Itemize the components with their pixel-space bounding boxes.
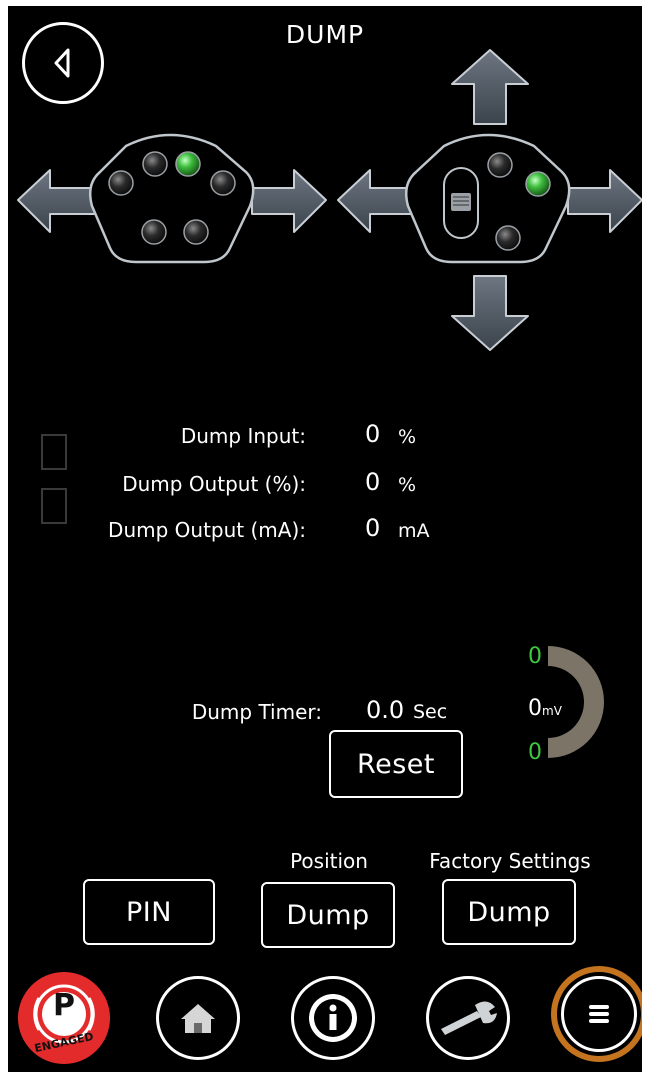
dump-output-percent-unit: % [398, 474, 417, 496]
parking-brake-button[interactable]: P ENGAGED [12, 970, 118, 1066]
gauge-bottom-value: 0 [528, 740, 542, 765]
dump-output-ma-unit: mA [398, 520, 430, 542]
led [487, 152, 513, 178]
dump-screen: DUMP Dump Input: 0 % Dump Output (%): 0 … [8, 6, 642, 1072]
dump-output-percent-value: 0 [365, 468, 381, 496]
joystick-right-body [405, 133, 571, 264]
wrench-icon [441, 1001, 497, 1035]
dump-input-label: Dump Input: [180, 424, 306, 448]
led-active [525, 171, 551, 197]
gauge-center-value: 0mV [528, 696, 562, 721]
gauge-top-value: 0 [528, 644, 542, 669]
arrow-right-icon [567, 169, 642, 233]
menu-button-ring [561, 976, 637, 1052]
pin-button[interactable]: PIN [83, 879, 215, 945]
led [183, 219, 209, 245]
joystick-left-body [89, 133, 255, 264]
led [142, 151, 168, 177]
dump-timer-value: 0.0 [366, 696, 405, 724]
home-button[interactable] [156, 976, 240, 1060]
dump-output-ma-value: 0 [365, 514, 381, 542]
factory-settings-caption: Factory Settings [429, 849, 591, 873]
status-indicator-box [41, 488, 67, 524]
home-icon [181, 1004, 215, 1033]
voltage-gauge-arc [548, 646, 604, 758]
joystick-diagram [17, 49, 642, 351]
dump-output-percent-label: Dump Output (%): [122, 472, 306, 496]
info-button[interactable] [291, 976, 375, 1060]
status-indicator-box [41, 434, 67, 470]
dump-timer-label: Dump Timer: [191, 700, 322, 724]
arrow-right-icon [251, 169, 327, 233]
position-caption: Position [290, 849, 368, 873]
arrow-up-icon [451, 49, 529, 125]
position-dump-button[interactable]: Dump [261, 882, 395, 948]
dump-output-ma-label: Dump Output (mA): [108, 518, 306, 542]
settings-button[interactable] [426, 976, 510, 1060]
led [495, 225, 521, 251]
arrow-left-icon [337, 169, 413, 233]
roller-wheel [451, 193, 471, 211]
dump-timer-unit: Sec [413, 701, 448, 723]
led [108, 170, 134, 196]
arrow-left-icon [17, 169, 97, 233]
factory-settings-dump-button[interactable]: Dump [442, 879, 576, 945]
parking-letter: P [53, 988, 75, 1023]
arrow-down-icon [451, 275, 529, 351]
led [210, 170, 236, 196]
menu-icon [589, 1005, 609, 1023]
led [141, 219, 167, 245]
led-active [175, 151, 201, 177]
reset-button[interactable]: Reset [329, 730, 463, 798]
menu-button[interactable] [551, 966, 642, 1062]
dump-input-value: 0 [365, 420, 381, 448]
dump-input-unit: % [398, 426, 417, 448]
info-icon [309, 994, 357, 1042]
